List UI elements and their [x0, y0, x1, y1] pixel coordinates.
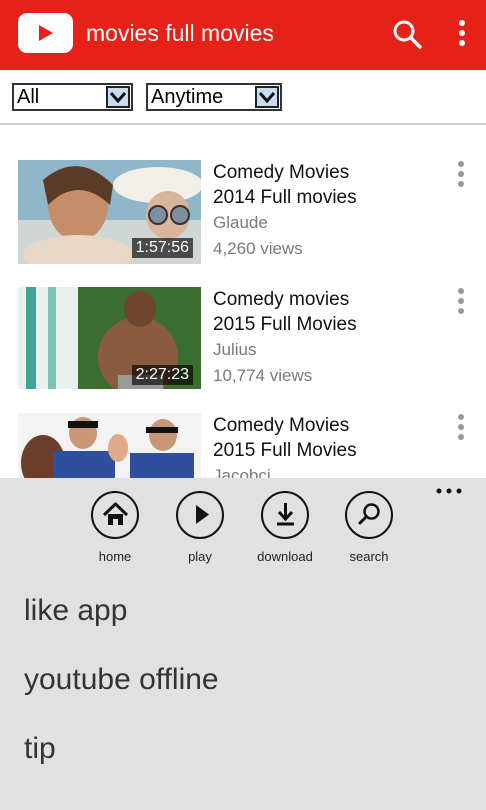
app-title: movies full movies	[86, 20, 274, 46]
menu-item-tip[interactable]: tip	[24, 732, 56, 766]
play-label: play	[188, 549, 212, 564]
download-button[interactable]: download	[245, 491, 325, 571]
more-vertical-icon[interactable]	[452, 287, 470, 317]
more-vertical-icon[interactable]	[452, 160, 470, 190]
home-icon	[102, 502, 128, 525]
home-label: home	[98, 549, 132, 564]
chevron-down-icon[interactable]	[255, 86, 279, 108]
video-channel: Julius	[213, 340, 257, 359]
video-title[interactable]: Comedy Movies 2015 Full Movies	[213, 413, 433, 463]
type-filter-select[interactable]: All	[12, 83, 133, 111]
search-button[interactable]: search	[329, 491, 409, 571]
chevron-down-icon[interactable]	[106, 86, 130, 108]
home-button[interactable]: home	[75, 491, 155, 571]
video-channel: Glaude	[213, 213, 268, 232]
video-views: 10,774 views	[213, 366, 313, 385]
download-label: download	[257, 549, 313, 564]
video-duration: 2:27:23	[131, 365, 193, 385]
time-filter-value: Anytime	[151, 86, 224, 108]
menu-item-like-app[interactable]: like app	[24, 594, 127, 628]
time-filter-select[interactable]: Anytime	[146, 83, 282, 111]
search-label: search	[349, 549, 389, 564]
more-vertical-icon[interactable]	[452, 413, 470, 443]
video-title[interactable]: Comedy movies 2015 Full Movies	[213, 287, 433, 337]
video-thumbnail[interactable]: 1:57:56	[18, 160, 201, 264]
play-logo-icon[interactable]	[18, 13, 73, 53]
video-duration: 1:57:56	[131, 238, 193, 258]
search-icon	[358, 503, 380, 525]
video-title[interactable]: Comedy Movies 2014 Full movies	[213, 160, 433, 210]
video-views: 4,260 views	[213, 239, 303, 258]
play-icon	[195, 505, 209, 524]
search-icon[interactable]	[391, 18, 423, 50]
video-item[interactable]: 2:27:23 Comedy movies 2015 Full Movies J…	[0, 287, 486, 397]
play-button[interactable]: play	[160, 491, 240, 571]
app-bar: home play download search like app youtu…	[0, 478, 486, 810]
more-vertical-icon[interactable]	[451, 18, 473, 50]
video-item[interactable]: 1:57:56 Comedy Movies 2014 Full movies G…	[0, 160, 486, 270]
app-header: movies full movies	[0, 0, 486, 70]
menu-item-youtube-offline[interactable]: youtube offline	[24, 663, 219, 697]
download-icon	[276, 503, 294, 526]
video-thumbnail[interactable]: 2:27:23	[18, 287, 201, 391]
ellipsis-icon[interactable]	[435, 484, 465, 498]
type-filter-value: All	[17, 86, 40, 108]
filter-bar: All Anytime	[0, 70, 486, 125]
